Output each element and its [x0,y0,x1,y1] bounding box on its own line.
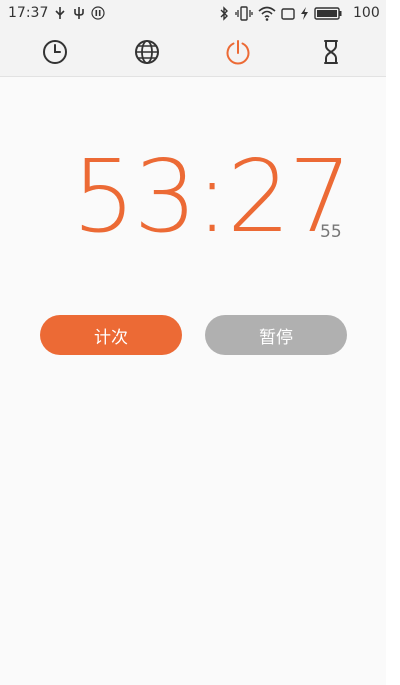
clock-icon [43,40,67,64]
tab-timer[interactable] [317,38,345,66]
app-screen: 17:37 100 53:27 55 计次 暂停 [0,0,386,685]
wifi-icon [258,6,276,21]
battery-icon [314,7,342,20]
screen-edge [386,0,400,685]
tab-world-clock[interactable] [133,38,161,66]
bluetooth-icon [220,6,228,21]
hourglass-icon [324,40,338,64]
status-right-icons [218,6,342,21]
lap-button-label: 计次 [94,327,128,348]
sim-icon [281,8,295,20]
tab-stopwatch[interactable] [224,38,252,66]
stopwatch-main-display: 53:27 [72,138,352,255]
pause-button[interactable]: 暂停 [205,315,347,355]
status-left-icons [53,6,105,20]
usb-icon [55,7,65,19]
lap-button[interactable]: 计次 [40,315,182,355]
vibrate-icon [235,6,253,21]
charging-icon [301,7,308,20]
stopwatch-hundredths: 55 [320,222,342,242]
battery-percent: 100 [353,5,380,21]
pause-icon [91,6,105,20]
pause-button-label: 暂停 [259,327,293,348]
status-bar: 17:37 100 [0,0,386,28]
globe-icon [135,40,159,64]
tab-bar [0,28,386,77]
status-time: 17:37 [8,5,49,21]
stopwatch-icon [226,40,250,65]
usb-debug-icon [74,7,84,19]
tab-clock[interactable] [41,38,69,66]
